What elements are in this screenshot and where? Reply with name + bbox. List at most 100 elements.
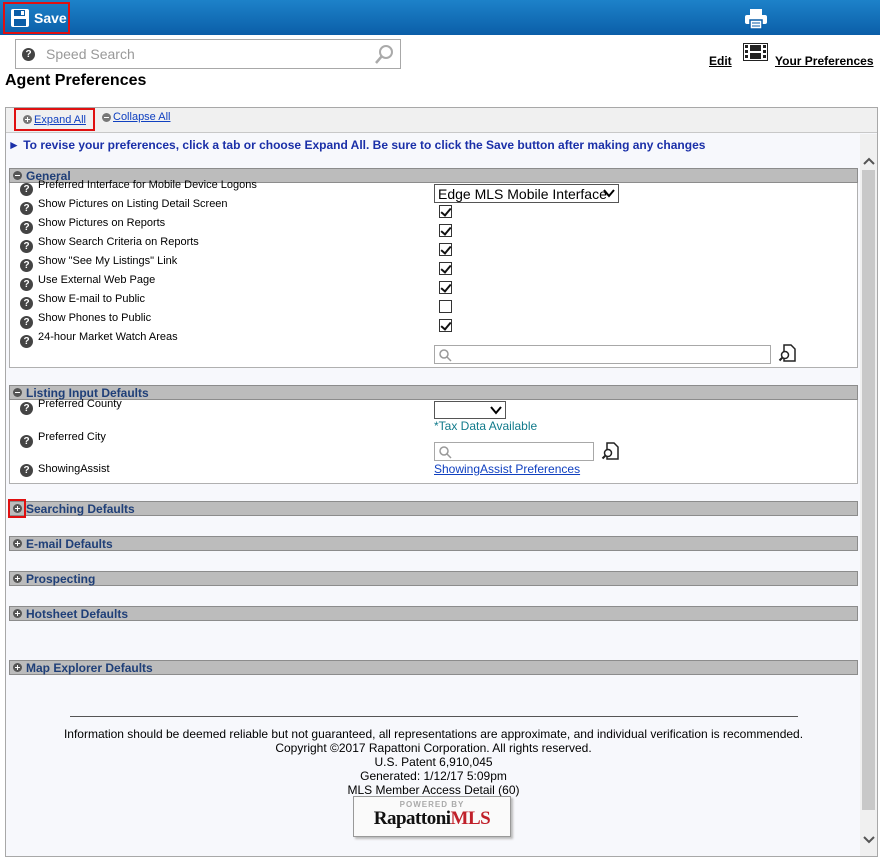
pref-label: Use External Web Page bbox=[38, 273, 156, 286]
general-section-body: ? Preferred Interface for Mobile Device … bbox=[9, 179, 858, 368]
minus-circle-icon bbox=[102, 112, 111, 122]
pref-row: ? Show Phones to Public bbox=[20, 312, 151, 329]
showingassist-preferences-link[interactable]: ShowingAssist Preferences bbox=[434, 462, 580, 476]
printer-icon[interactable] bbox=[744, 8, 768, 30]
help-icon[interactable]: ? bbox=[20, 183, 33, 196]
top-toolbar: Save bbox=[0, 0, 880, 35]
footer-divider bbox=[69, 716, 798, 717]
pref-label: Show Pictures on Listing Detail Screen bbox=[38, 197, 228, 210]
pref-row: ? Use External Web Page bbox=[20, 274, 155, 291]
instructions-text: ► To revise your preferences, click a ta… bbox=[8, 138, 706, 152]
preferred-city-input[interactable] bbox=[434, 442, 594, 461]
footer-generated: Generated: 1/12/17 5:09pm bbox=[360, 769, 507, 783]
help-icon[interactable]: ? bbox=[20, 278, 33, 291]
minus-circle-icon bbox=[13, 171, 22, 180]
plus-circle-icon bbox=[13, 539, 22, 548]
speed-search-input[interactable] bbox=[46, 46, 366, 62]
checkbox-show-search-criteria[interactable] bbox=[439, 243, 452, 256]
floppy-disk-icon bbox=[11, 9, 29, 27]
pref-row: ? Show Pictures on Listing Detail Screen bbox=[20, 198, 228, 215]
search-icon[interactable] bbox=[373, 44, 395, 66]
pref-row: ? Show Pictures on Reports bbox=[20, 217, 165, 234]
pref-label: Show Pictures on Reports bbox=[38, 216, 166, 229]
checkbox-show-email-public[interactable] bbox=[439, 300, 452, 313]
minus-circle-icon bbox=[13, 388, 22, 397]
pref-row: ? Show "See My Listings" Link bbox=[20, 255, 177, 272]
help-icon[interactable]: ? bbox=[20, 202, 33, 215]
checkbox-external-web-page[interactable] bbox=[439, 281, 452, 294]
section-header-prospecting[interactable]: Prospecting bbox=[9, 571, 858, 586]
section-header-hotsheet[interactable]: Hotsheet Defaults bbox=[9, 606, 858, 621]
help-icon[interactable]: ? bbox=[20, 297, 33, 310]
section-title: E-mail Defaults bbox=[26, 536, 113, 551]
help-icon[interactable]: ? bbox=[20, 221, 33, 234]
video-icon[interactable] bbox=[743, 43, 768, 61]
plus-circle-icon bbox=[13, 609, 22, 618]
page-title: Agent Preferences bbox=[5, 72, 147, 89]
section-title: Map Explorer Defaults bbox=[26, 660, 153, 675]
checkbox-show-pictures-reports[interactable] bbox=[439, 224, 452, 237]
help-icon[interactable]: ? bbox=[20, 240, 33, 253]
section-title: Searching Defaults bbox=[26, 501, 135, 516]
search-icon bbox=[439, 348, 452, 362]
section-header-listing-input[interactable]: Listing Input Defaults bbox=[9, 385, 858, 400]
logo-wordmark-2: MLS bbox=[450, 808, 491, 829]
checkbox-show-phones-public[interactable] bbox=[439, 319, 452, 332]
expand-all-button[interactable]: Expand All bbox=[14, 108, 95, 131]
your-preferences-link[interactable]: Your Preferences bbox=[775, 54, 874, 68]
help-icon[interactable]: ? bbox=[22, 47, 35, 61]
help-icon[interactable]: ? bbox=[20, 259, 33, 272]
pref-label: Show Search Criteria on Reports bbox=[38, 235, 199, 248]
pref-label: Preferred Interface for Mobile Device Lo… bbox=[38, 178, 257, 191]
tax-data-note: *Tax Data Available bbox=[434, 419, 538, 433]
select-value: Edge MLS Mobile Interface bbox=[438, 185, 607, 202]
section-header-email[interactable]: E-mail Defaults bbox=[9, 536, 858, 551]
market-watch-lookup-input[interactable] bbox=[434, 345, 771, 364]
help-icon[interactable]: ? bbox=[20, 435, 33, 448]
expand-all-link[interactable]: Expand All bbox=[34, 114, 86, 126]
pref-row: ? Show E-mail to Public bbox=[20, 293, 145, 310]
help-icon[interactable]: ? bbox=[20, 402, 33, 415]
logo-wordmark: RapattoniMLS bbox=[354, 808, 510, 830]
help-icon[interactable]: ? bbox=[20, 316, 33, 329]
help-icon[interactable]: ? bbox=[20, 335, 33, 348]
pref-row: ? Show Search Criteria on Reports bbox=[20, 236, 199, 253]
mobile-interface-select[interactable]: Edge MLS Mobile Interface bbox=[434, 184, 619, 203]
section-title: Hotsheet Defaults bbox=[26, 606, 129, 621]
section-title: Prospecting bbox=[26, 571, 96, 586]
footer-copyright: Copyright ©2017 Rapattoni Corporation. A… bbox=[275, 741, 592, 755]
pref-row: ? ShowingAssist bbox=[20, 463, 110, 477]
scroll-down-icon[interactable] bbox=[860, 831, 877, 848]
pref-label: Show Phones to Public bbox=[38, 311, 152, 324]
pref-row: ? Preferred Interface for Mobile Device … bbox=[20, 179, 257, 196]
footer-disclaimer: Information should be deemed reliable bu… bbox=[63, 727, 804, 741]
checkbox-see-my-listings[interactable] bbox=[439, 262, 452, 275]
help-icon[interactable]: ? bbox=[20, 464, 33, 477]
scrollbar-thumb[interactable] bbox=[862, 170, 875, 810]
preferences-panel: Expand All Collapse All ► To revise your… bbox=[5, 107, 878, 857]
scroll-up-icon[interactable] bbox=[860, 152, 877, 169]
checkbox-show-pictures-detail[interactable] bbox=[439, 205, 452, 218]
section-header-map-explorer[interactable]: Map Explorer Defaults bbox=[9, 660, 858, 675]
expand-collapse-bar: Expand All Collapse All bbox=[6, 108, 877, 133]
pref-label: Preferred County bbox=[38, 397, 122, 410]
vertical-scrollbar[interactable] bbox=[860, 134, 877, 856]
plus-circle-icon bbox=[13, 663, 22, 672]
logo-wordmark-1: Rapattoni bbox=[373, 808, 451, 829]
collapse-all-button[interactable]: Collapse All bbox=[102, 111, 170, 123]
lookup-icon[interactable] bbox=[601, 441, 621, 461]
save-button[interactable]: Save bbox=[3, 2, 70, 34]
edit-link[interactable]: Edit bbox=[709, 54, 732, 68]
footer: Information should be deemed reliable bu… bbox=[6, 714, 861, 797]
footer-patent: U.S. Patent 6,910,045 bbox=[374, 755, 493, 769]
pref-row: ? Preferred County bbox=[20, 398, 122, 415]
highlight-box bbox=[8, 499, 26, 518]
pref-row: ? Preferred City bbox=[20, 431, 106, 448]
pref-label: Show E-mail to Public bbox=[38, 292, 145, 305]
collapse-all-link[interactable]: Collapse All bbox=[113, 111, 170, 123]
pref-label: Show "See My Listings" Link bbox=[38, 254, 178, 267]
section-header-searching[interactable]: Searching Defaults bbox=[9, 501, 858, 516]
county-select[interactable] bbox=[434, 401, 506, 419]
lookup-icon[interactable] bbox=[778, 343, 798, 363]
rapattoni-mls-logo: POWERED BY RapattoniMLS bbox=[353, 796, 511, 837]
